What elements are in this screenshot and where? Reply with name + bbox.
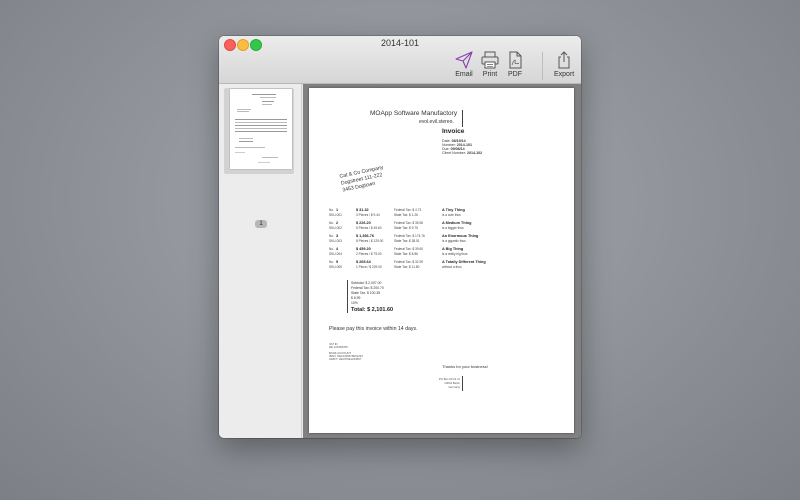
line-item-row: No. 4 SKU-004 $ 459.20 2 Pieces / $ 79.00 Fed… <box>329 247 569 259</box>
line-item-qty: 2 <box>336 221 339 225</box>
line-item-name: A Tiny Thing <box>442 208 465 212</box>
line-item-sku: SKU-004 <box>329 252 342 256</box>
page-thumbnail[interactable] <box>230 89 292 169</box>
line-item-row: No. 1 SKU-001 $ 31.32 3 Pieces / $ 9.44 Feder… <box>329 208 569 220</box>
line-item-qty-label: No. <box>329 208 334 212</box>
vat-value: DE 123456789 <box>329 345 348 349</box>
line-item-price: $ 459.20 <box>356 247 371 251</box>
line-item-row: No. 3 SKU-003 $ 1,366.76 8 Pieces / $ 129.00… <box>329 234 569 246</box>
summary-divider <box>347 280 348 313</box>
email-label: Email <box>455 71 473 78</box>
line-item-price-sub: 2 Pieces / $ 79.00 <box>356 252 382 256</box>
summary-state-tax: State Tax: $ 100.35 <box>351 291 381 295</box>
line-item-row: No. 2 SKU-002 $ 226.20 5 Pieces / $ 49.60 Fed… <box>329 221 569 233</box>
document-viewer[interactable]: MOApp Software Manufactory evol.evil.ste… <box>303 84 581 438</box>
line-item-sku: SKU-002 <box>329 226 342 230</box>
line-item-desc: is a gigantic thus <box>442 239 466 243</box>
line-item-sku: SKU-005 <box>329 265 342 269</box>
line-item-qty: 3 <box>336 234 339 238</box>
line-item-qty-label: No. <box>329 260 334 264</box>
summary-subtotal: Subtotal: $ 2,007.00 <box>351 281 382 285</box>
line-item-tax2: State Tax: $ 1.26 <box>394 213 418 217</box>
title-bar: 2014-101 Email Print PDF Export <box>219 36 581 84</box>
line-item-row: No. 5 SKU-005 $ 265.64 1 Piece / $ 229.00 Fed… <box>329 260 569 272</box>
export-label: Export <box>554 71 575 78</box>
line-item-sku: SKU-001 <box>329 213 342 217</box>
summary-federal-tax: Federal Tax: $ 200.70 <box>351 286 384 290</box>
recipient-address: Cat & Co Company Dogstreet 111-222 3453 … <box>339 164 384 194</box>
email-button[interactable]: Email <box>454 50 474 78</box>
line-item-price: $ 265.64 <box>356 260 371 264</box>
header-divider <box>462 110 463 127</box>
pdf-button[interactable]: PDF <box>505 50 525 78</box>
line-item-qty-label: No. <box>329 247 334 251</box>
line-item-tax1: Federal Tax: $ 4.73 <box>394 208 422 212</box>
summary-shipping: $ 6.99 <box>351 296 361 300</box>
print-button[interactable]: Print <box>480 50 500 78</box>
line-item-tax2: State Tax: $ 38.51 <box>394 239 420 243</box>
pdf-label: PDF <box>508 71 522 78</box>
line-item-desc: is a cute thus <box>442 213 461 217</box>
meta-client-number: Client Number: 2014-102 <box>442 151 483 155</box>
line-item-qty-label: No. <box>329 234 334 238</box>
window-title: 2014-101 <box>380 38 420 48</box>
footer-country: Germany <box>448 385 460 389</box>
export-button[interactable]: Export <box>554 50 574 78</box>
invoice-total: Total: $ 2,101.60 <box>351 307 394 313</box>
line-item-desc: is a bigger thus <box>442 226 464 230</box>
line-item-tax1: Federal Tax: $ 174.76 <box>394 234 425 238</box>
line-item-name: A Big Thing <box>442 247 464 251</box>
line-item-price: $ 1,366.76 <box>356 234 374 238</box>
line-item-tax1: Federal Tax: $ 32.99 <box>394 260 424 264</box>
line-item-sku: SKU-003 <box>329 239 342 243</box>
line-item-tax1: Federal Tax: $ 35.96 <box>394 221 424 225</box>
line-item-price-sub: 5 Pieces / $ 49.60 <box>356 226 382 230</box>
line-item-name: An Enormous Thing <box>442 234 479 238</box>
paper-plane-icon <box>455 51 473 69</box>
summary-discount: 10% <box>351 301 358 305</box>
payment-note: Please pay this invoice within 14 days. <box>329 326 418 332</box>
line-item-name: A Medium Thing <box>442 221 472 225</box>
printer-icon <box>481 51 499 69</box>
company-name: MOApp Software Manufactory <box>370 110 458 117</box>
footer-divider <box>462 376 463 391</box>
line-item-tax2: State Tax: $ 11.80 <box>394 265 420 269</box>
bank-swift: SWIFT: DEUTDE1234567 <box>329 357 362 361</box>
invoice-title: Invoice <box>442 128 465 135</box>
toolbar-separator <box>542 52 543 80</box>
line-item-price: $ 226.20 <box>356 221 371 225</box>
print-label: Print <box>482 71 498 78</box>
line-item-qty: 5 <box>336 260 339 264</box>
page-number-badge: 1 <box>255 220 267 228</box>
company-tagline: evol.evil.stereo. <box>419 119 454 125</box>
line-item-tax1: Federal Tax: $ 39.60 <box>394 247 424 251</box>
line-item-price-sub: 1 Piece / $ 229.00 <box>356 265 382 269</box>
line-item-price: $ 31.32 <box>356 208 369 212</box>
line-item-name: A Totally Different Thing <box>442 260 486 264</box>
thanks-note: Thanks for your business! <box>442 364 488 369</box>
line-item-price-sub: 3 Pieces / $ 9.44 <box>356 213 380 217</box>
invoice-page: MOApp Software Manufactory evol.evil.ste… <box>309 88 574 433</box>
page-thumbnail-sidebar[interactable]: 1 <box>219 84 302 438</box>
line-item-price-sub: 8 Pieces / $ 129.00 <box>356 239 384 243</box>
line-item-qty-label: No. <box>329 221 334 225</box>
line-item-desc: is a really big thus <box>442 252 468 256</box>
pdf-document-icon <box>509 51 522 69</box>
line-item-qty: 4 <box>336 247 339 251</box>
line-item-tax2: State Tax: $ 8.86 <box>394 252 418 256</box>
app-window: 2014-101 Email Print PDF Export 1 MOApp … <box>219 36 581 438</box>
line-item-tax2: State Tax: $ 9.75 <box>394 226 418 230</box>
share-icon <box>558 51 570 69</box>
line-item-qty: 1 <box>336 208 339 212</box>
line-item-desc: without a thus <box>442 265 462 269</box>
